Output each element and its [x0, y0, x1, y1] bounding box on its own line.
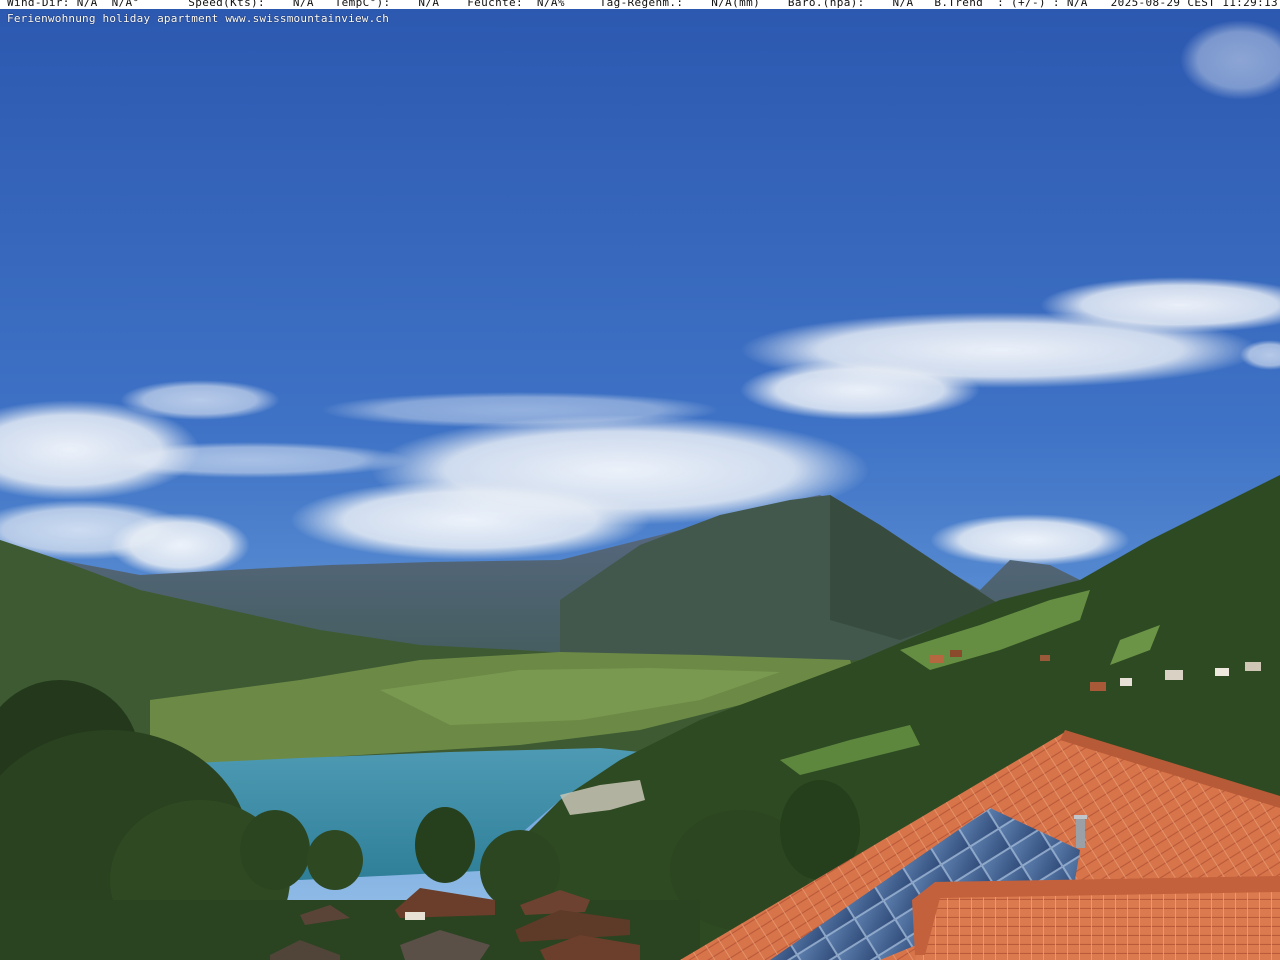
- timestamp: 2025-08-29 CEST 11:29:13: [1110, 0, 1278, 9]
- weather-data-line: Wind-Dir: N/A N/A° Speed(Kts): N/A TempC…: [7, 0, 1088, 9]
- webcam-caption: Ferienwohnung holiday apartment www.swis…: [7, 12, 390, 25]
- weather-overlay-bar: Wind-Dir: N/A N/A° Speed(Kts): N/A TempC…: [0, 0, 1280, 9]
- webcam-image: Wind-Dir: N/A N/A° Speed(Kts): N/A TempC…: [0, 0, 1280, 960]
- landscape-scene: [0, 0, 1280, 960]
